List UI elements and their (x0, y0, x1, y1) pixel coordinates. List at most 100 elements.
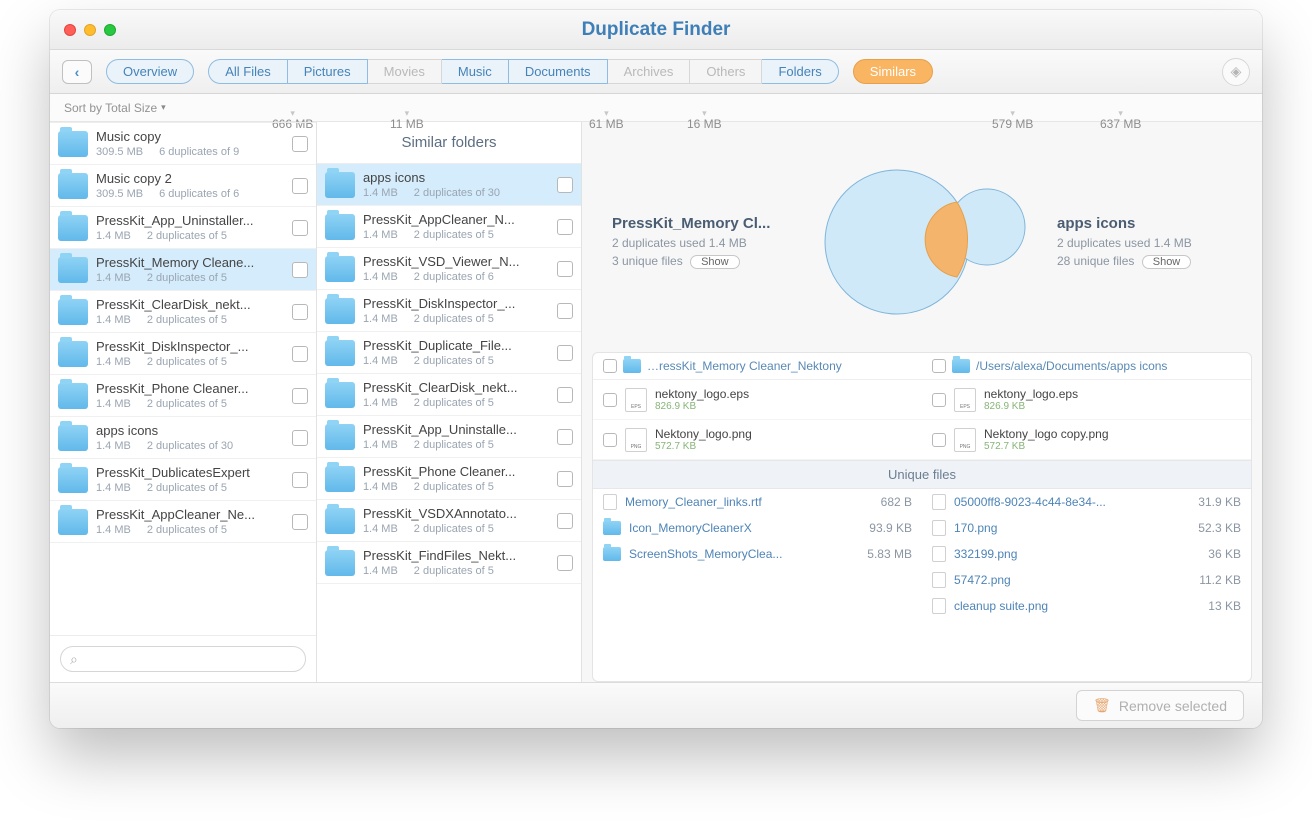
folder-row[interactable]: apps icons 1.4 MB 2 duplicates of 30 (50, 417, 316, 459)
folder-checkbox[interactable] (557, 303, 573, 319)
folder-checkbox[interactable] (557, 345, 573, 361)
close-icon[interactable] (64, 24, 76, 36)
folder-row[interactable]: PressKit_App_Uninstaller... 1.4 MB 2 dup… (50, 207, 316, 249)
folder-checkbox[interactable] (557, 429, 573, 445)
folder-row[interactable]: PressKit_VSD_Viewer_N... 1.4 MB 2 duplic… (317, 248, 581, 290)
folder-info: PressKit_Phone Cleaner... 1.4 MB 2 dupli… (363, 464, 549, 493)
folder-meta: 1.4 MB 2 duplicates of 5 (96, 398, 284, 410)
folder-checkbox[interactable] (292, 136, 308, 152)
unique-row: Icon_MemoryCleanerX 93.9 KB 170.png 52.3… (593, 515, 1251, 541)
search-input[interactable] (60, 646, 306, 672)
folder-info: PressKit_FindFiles_Nekt... 1.4 MB 2 dupl… (363, 548, 549, 577)
folder-row[interactable]: PressKit_FindFiles_Nekt... 1.4 MB 2 dupl… (317, 542, 581, 584)
unique-cell[interactable]: Icon_MemoryCleanerX 93.9 KB (593, 515, 922, 541)
unique-cell[interactable]: 170.png 52.3 KB (922, 515, 1251, 541)
zoom-icon[interactable] (104, 24, 116, 36)
folder-checkbox[interactable] (292, 178, 308, 194)
unique-cell[interactable]: 332199.png 36 KB (922, 541, 1251, 567)
unique-cell[interactable]: 57472.png 11.2 KB (922, 567, 1251, 593)
folder-row[interactable]: PressKit_DiskInspector_... 1.4 MB 2 dupl… (317, 290, 581, 332)
folder-checkbox[interactable] (292, 220, 308, 236)
folder-dups: 2 duplicates of 5 (147, 524, 227, 536)
unique-rows[interactable]: Memory_Cleaner_links.rtf 682 B 05000ff8-… (593, 489, 1251, 681)
folder-checkbox[interactable] (557, 513, 573, 529)
unique-cell[interactable] (593, 567, 922, 593)
tab-music[interactable]: Music (442, 59, 509, 84)
file-checkbox[interactable] (603, 433, 617, 447)
folder-name: PressKit_ClearDisk_nekt... (363, 380, 549, 395)
unique-cell[interactable]: ScreenShots_MemoryClea... 5.83 MB (593, 541, 922, 567)
folder-row[interactable]: PressKit_Phone Cleaner... 1.4 MB 2 dupli… (317, 458, 581, 500)
folder-row[interactable]: PressKit_ClearDisk_nekt... 1.4 MB 2 dupl… (50, 291, 316, 333)
folder-row[interactable]: PressKit_DiskInspector_... 1.4 MB 2 dupl… (50, 333, 316, 375)
minimize-icon[interactable] (84, 24, 96, 36)
file-checkbox[interactable] (603, 393, 617, 407)
folder-row[interactable]: PressKit_ClearDisk_nekt... 1.4 MB 2 dupl… (317, 374, 581, 416)
tab-others: Others (690, 59, 762, 84)
file-checkbox[interactable] (932, 393, 946, 407)
sort-dropdown[interactable]: Sort by Total Size ▾ (64, 101, 166, 115)
unique-cell[interactable] (593, 593, 922, 619)
folder-row[interactable]: PressKit_Phone Cleaner... 1.4 MB 2 dupli… (50, 375, 316, 417)
folder-checkbox[interactable] (557, 387, 573, 403)
folder-checkbox[interactable] (557, 177, 573, 193)
left-folder-list[interactable]: Music copy 309.5 MB 6 duplicates of 9 Mu… (50, 122, 316, 635)
rss-icon[interactable]: ◈ (1222, 58, 1250, 86)
unique-cell[interactable]: Memory_Cleaner_links.rtf 682 B (593, 489, 922, 515)
tab-folders[interactable]: Folders (762, 59, 838, 84)
folder-checkbox[interactable] (292, 346, 308, 362)
folder-checkbox[interactable] (292, 430, 308, 446)
folder-row[interactable]: apps icons 1.4 MB 2 duplicates of 30 (317, 164, 581, 206)
folder-info: PressKit_DublicatesExpert 1.4 MB 2 dupli… (96, 465, 284, 494)
folder-dups: 2 duplicates of 30 (414, 187, 500, 199)
venn-left-info: PressKit_Memory Cl... 2 duplicates used … (612, 215, 787, 269)
folder-checkbox[interactable] (292, 388, 308, 404)
folder-meta: 1.4 MB 2 duplicates of 5 (363, 565, 549, 577)
back-button[interactable]: ‹ (62, 60, 92, 84)
folder-checkbox[interactable] (557, 471, 573, 487)
folder-name: PressKit_Phone Cleaner... (363, 464, 549, 479)
folder-info: Music copy 309.5 MB 6 duplicates of 9 (96, 129, 284, 158)
tab-overview[interactable]: Overview (106, 59, 194, 84)
folder-checkbox[interactable] (292, 514, 308, 530)
folder-checkbox[interactable] (557, 261, 573, 277)
select-all-right-checkbox[interactable] (932, 359, 946, 373)
folder-checkbox[interactable] (292, 472, 308, 488)
folder-icon (58, 509, 88, 535)
folder-checkbox[interactable] (292, 304, 308, 320)
folder-info: apps icons 1.4 MB 2 duplicates of 30 (363, 170, 549, 199)
folder-meta: 1.4 MB 2 duplicates of 30 (363, 187, 549, 199)
folder-row[interactable]: PressKit_Memory Cleane... 1.4 MB 2 dupli… (50, 249, 316, 291)
show-right-button[interactable]: Show (1142, 255, 1192, 269)
remove-selected-button[interactable]: 🗑 Remove selected (1076, 690, 1244, 721)
folder-icon (325, 424, 355, 450)
main-area: Music copy 309.5 MB 6 duplicates of 9 Mu… (50, 122, 1262, 682)
unique-cell[interactable]: cleanup suite.png 13 KB (922, 593, 1251, 619)
tab-similars[interactable]: Similars (853, 59, 933, 84)
folder-row[interactable]: PressKit_App_Uninstalle... 1.4 MB 2 dupl… (317, 416, 581, 458)
unique-size: 31.9 KB (1198, 495, 1241, 509)
folder-row[interactable]: Music copy 309.5 MB 6 duplicates of 9 (50, 123, 316, 165)
folder-checkbox[interactable] (557, 219, 573, 235)
folder-meta: 1.4 MB 2 duplicates of 5 (96, 230, 284, 242)
folder-row[interactable]: PressKit_AppCleaner_Ne... 1.4 MB 2 dupli… (50, 501, 316, 543)
folder-size: 1.4 MB (363, 271, 398, 283)
folder-size: 1.4 MB (363, 481, 398, 493)
folder-row[interactable]: Music copy 2 309.5 MB 6 duplicates of 6 (50, 165, 316, 207)
similar-folder-list[interactable]: apps icons 1.4 MB 2 duplicates of 30 Pre… (317, 163, 581, 682)
folder-icon (952, 359, 970, 373)
select-all-left-checkbox[interactable] (603, 359, 617, 373)
file-name: nektony_logo.eps (984, 387, 1078, 401)
folder-checkbox[interactable] (292, 262, 308, 278)
tab-documents[interactable]: Documents (509, 59, 608, 84)
unique-cell[interactable]: 05000ff8-9023-4c44-8e34-... 31.9 KB (922, 489, 1251, 515)
folder-row[interactable]: PressKit_AppCleaner_N... 1.4 MB 2 duplic… (317, 206, 581, 248)
file-checkbox[interactable] (932, 433, 946, 447)
tab-pictures[interactable]: Pictures (288, 59, 368, 84)
folder-row[interactable]: PressKit_DublicatesExpert 1.4 MB 2 dupli… (50, 459, 316, 501)
folder-row[interactable]: PressKit_Duplicate_File... 1.4 MB 2 dupl… (317, 332, 581, 374)
folder-checkbox[interactable] (557, 555, 573, 571)
folder-row[interactable]: PressKit_VSDXAnnotato... 1.4 MB 2 duplic… (317, 500, 581, 542)
show-left-button[interactable]: Show (690, 255, 740, 269)
tab-all-files[interactable]: All Files (208, 59, 288, 84)
